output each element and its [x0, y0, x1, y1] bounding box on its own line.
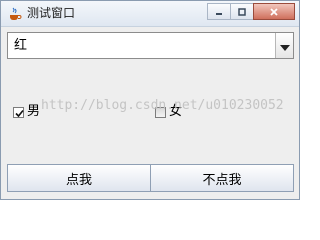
close-button[interactable]	[253, 3, 295, 20]
checkmark-icon	[15, 109, 24, 117]
java-cup-icon	[7, 6, 23, 22]
minimize-icon	[214, 2, 224, 21]
color-combobox[interactable]: 红	[7, 32, 294, 59]
window-title: 测试窗口	[27, 6, 76, 20]
click-me-button[interactable]: 点我	[7, 164, 151, 192]
maximize-button[interactable]	[230, 3, 254, 20]
minimize-button[interactable]	[207, 3, 231, 20]
chevron-down-icon	[279, 36, 290, 55]
title-bar[interactable]: 测试窗口	[1, 1, 299, 27]
combobox-dropdown-button[interactable]	[275, 33, 293, 58]
watermark: http://blog.csdn.net/u010230052	[41, 98, 284, 113]
close-icon	[269, 2, 279, 21]
dont-click-me-button[interactable]: 不点我	[150, 164, 294, 192]
app-window: 测试窗口 红 男 女 http://blog.csdn.net/u0102300…	[0, 0, 300, 200]
window-controls	[207, 3, 295, 21]
checkbox-box-checked[interactable]	[13, 106, 24, 118]
maximize-icon	[237, 2, 247, 21]
checkbox-label: 男	[27, 104, 41, 119]
combobox-selected-value: 红	[14, 38, 28, 53]
checkbox-male[interactable]: 男	[13, 104, 40, 120]
